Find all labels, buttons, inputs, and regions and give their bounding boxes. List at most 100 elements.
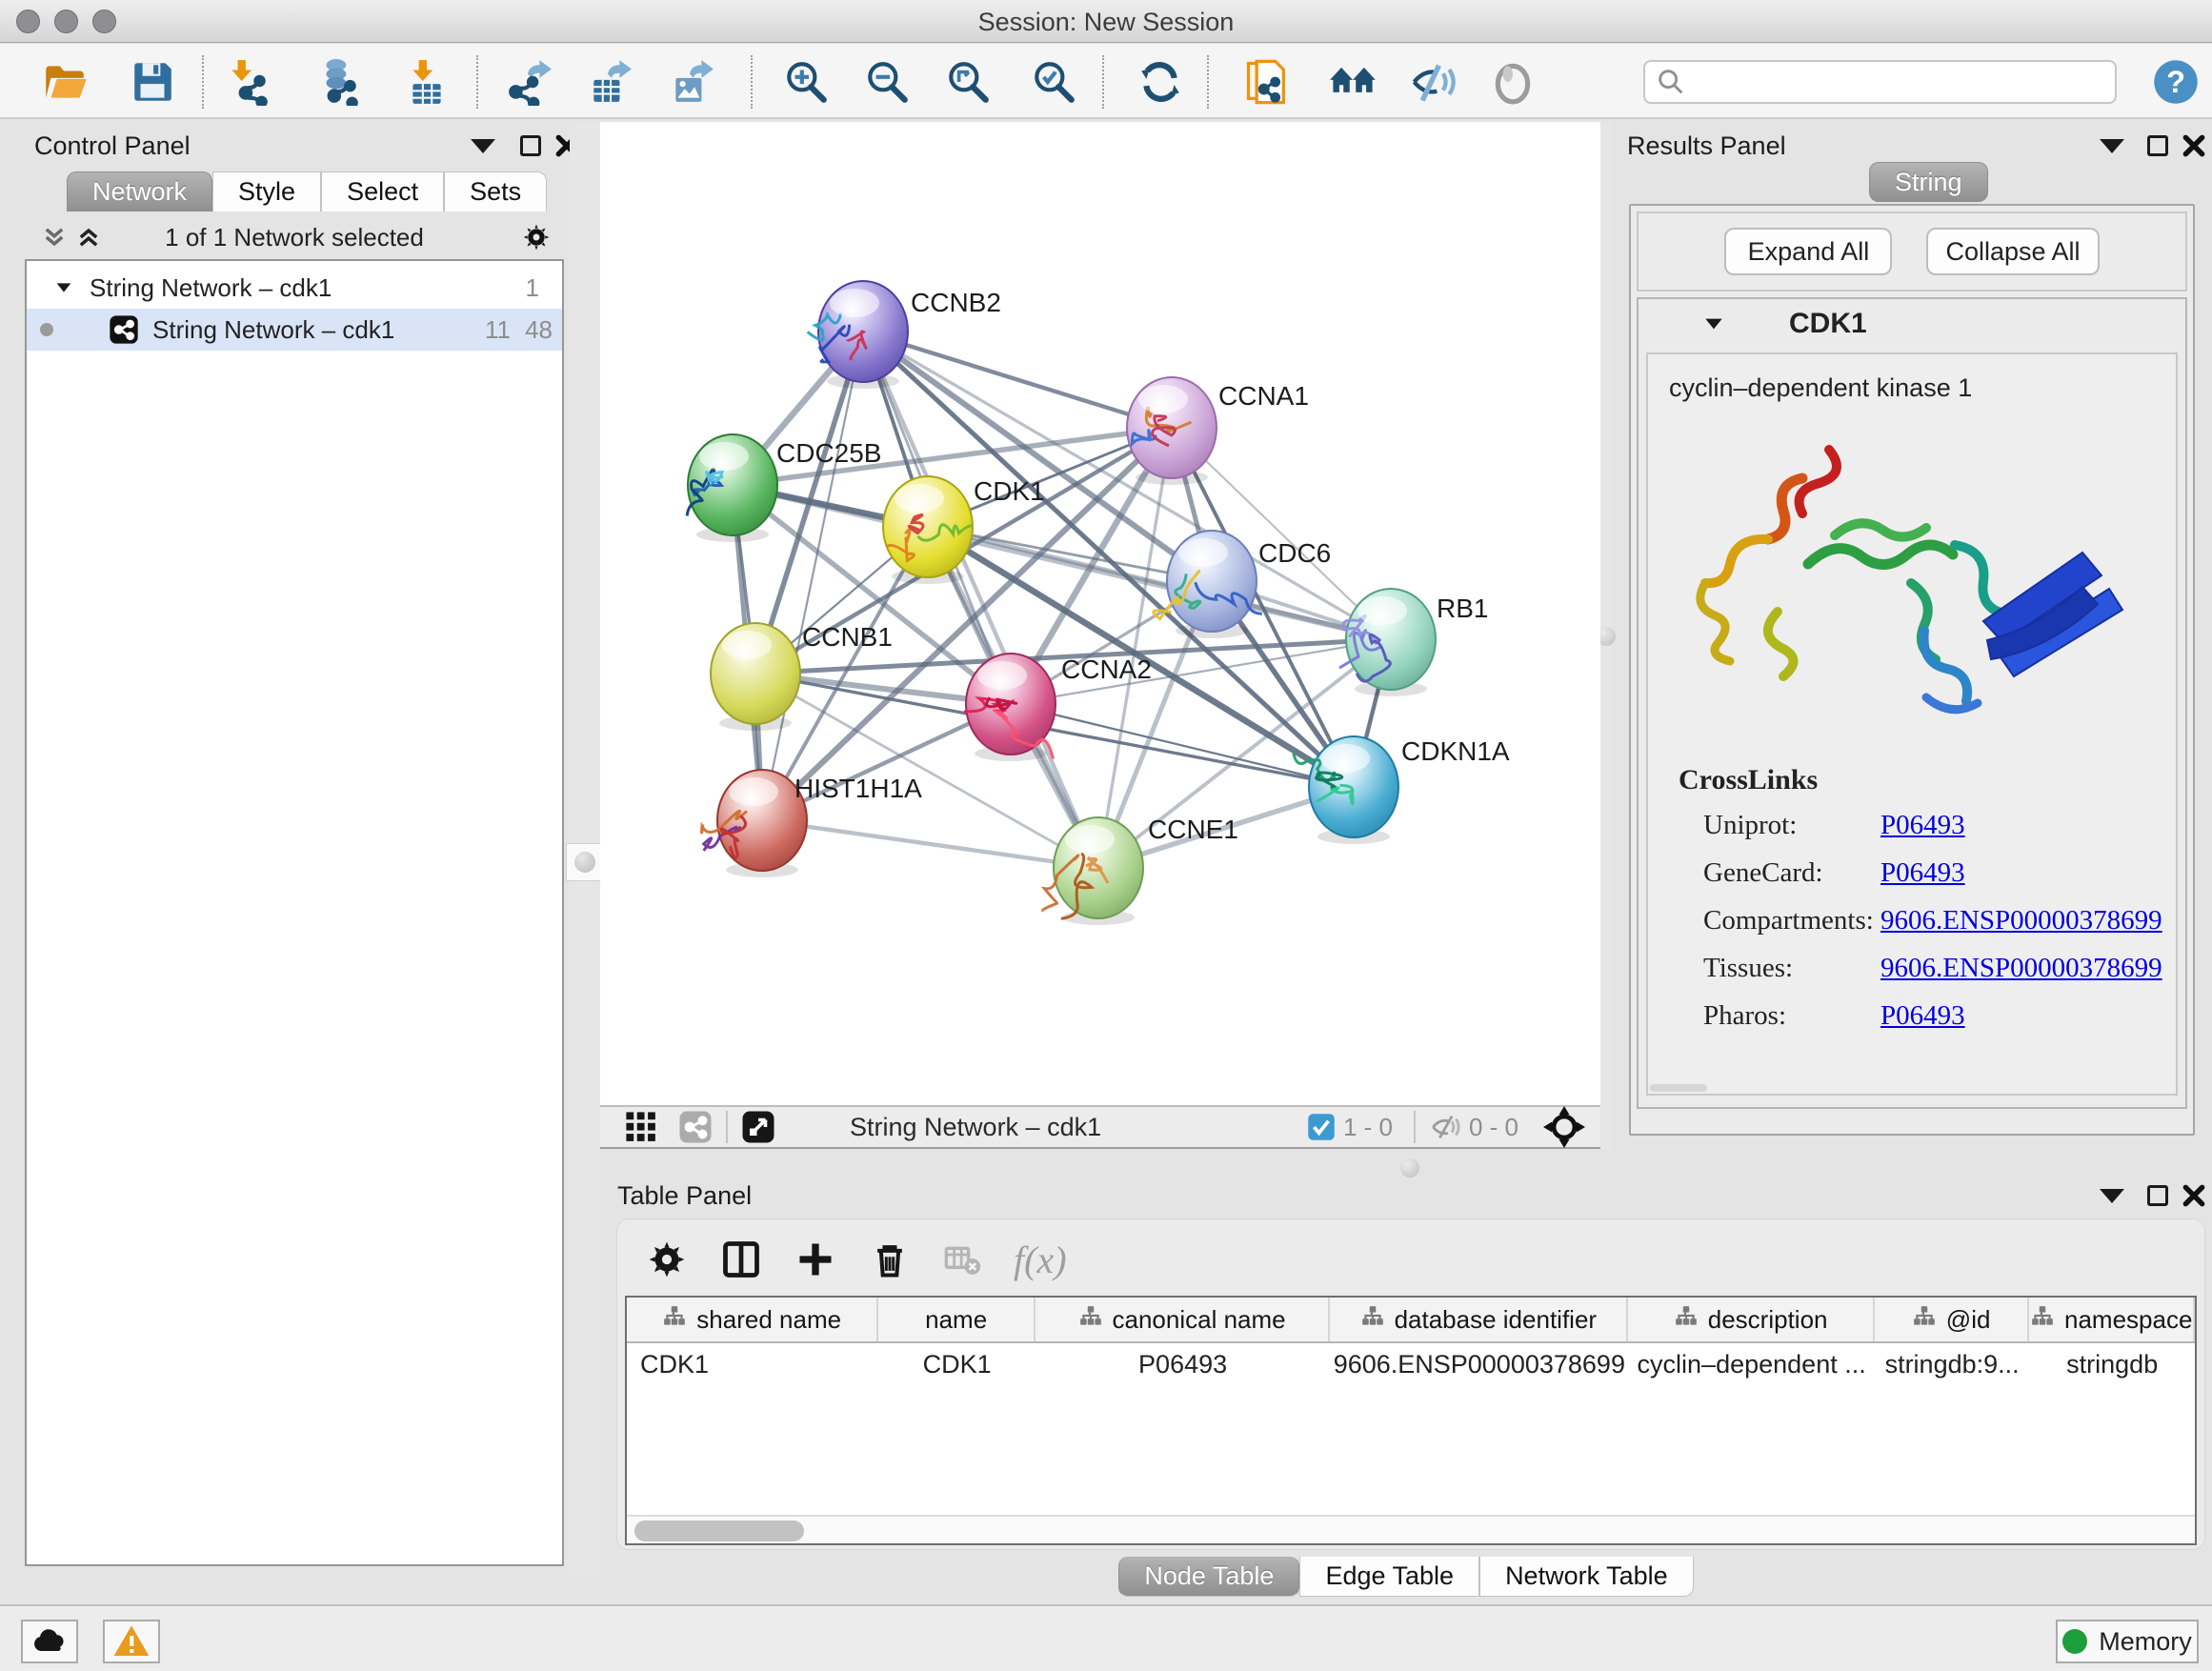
memory-button[interactable]: Memory — [2056, 1620, 2199, 1663]
network-node-ccne1[interactable] — [1043, 817, 1143, 925]
table-panel-menu-button[interactable] — [2096, 1179, 2128, 1212]
zoom-out-button[interactable] — [862, 57, 912, 107]
table-cell[interactable]: CDK1 — [878, 1350, 1036, 1379]
zoom-fit-button[interactable] — [943, 57, 993, 107]
network-node-cdk1[interactable] — [883, 476, 973, 584]
network-node-ccna1[interactable] — [1127, 377, 1217, 485]
network-view-canvas[interactable]: CCNB2CCNA1CDC25BCDK1CDC6RB1CCNB1CCNA2CDK… — [600, 122, 1600, 1105]
network-edge[interactable] — [863, 332, 1172, 428]
string-document-button[interactable] — [1242, 57, 1292, 107]
show-columns-icon[interactable] — [720, 1238, 762, 1280]
grid-view-icon[interactable] — [625, 1111, 657, 1143]
selected-checkbox-icon[interactable] — [1307, 1113, 1336, 1141]
network-view-mode-icon[interactable] — [678, 1110, 713, 1144]
show-graphics-button[interactable] — [1488, 57, 1538, 107]
tab-select[interactable]: Select — [321, 171, 444, 211]
tab-network-table[interactable]: Network Table — [1479, 1557, 1694, 1597]
import-database-button[interactable] — [313, 57, 363, 107]
open-session-button[interactable] — [40, 57, 90, 107]
column-label: canonical name — [1113, 1305, 1286, 1335]
table-cell[interactable]: P06493 — [1036, 1350, 1330, 1379]
tab-sets[interactable]: Sets — [444, 171, 547, 211]
table-cell[interactable]: CDK1 — [627, 1350, 878, 1379]
crosslink-link[interactable]: 9606.ENSP00000378699 — [1880, 905, 2162, 936]
hide-unhide-button[interactable] — [1408, 57, 1458, 107]
crosslink-link[interactable]: 9606.ENSP00000378699 — [1880, 953, 2162, 984]
node-detail-header[interactable]: CDK1 — [1639, 299, 2185, 349]
tab-style[interactable]: Style — [212, 171, 321, 211]
table-panel-close-button[interactable] — [2178, 1179, 2210, 1212]
left-splitter-handle[interactable] — [566, 843, 604, 881]
search-input[interactable] — [1693, 68, 2115, 97]
export-table-button[interactable] — [585, 57, 634, 107]
column-header-shared-name[interactable]: shared name — [627, 1298, 878, 1341]
network-node-hist1h1a[interactable] — [702, 770, 807, 877]
table-cell[interactable]: 9606.ENSP00000378699 — [1330, 1350, 1628, 1379]
table-row[interactable]: CDK1CDK1P064939606.ENSP00000378699cyclin… — [627, 1343, 2195, 1385]
network-row[interactable]: String Network – cdk1 11 48 — [27, 309, 562, 351]
table-horizontal-scrollbar[interactable] — [627, 1515, 2195, 1543]
collapse-arrow-icon[interactable] — [53, 277, 74, 298]
network-node-cdc25b[interactable] — [687, 434, 777, 542]
control-panel-float-button[interactable] — [514, 130, 547, 162]
zoom-selected-button[interactable] — [1029, 57, 1078, 107]
results-panel-close-button[interactable] — [2178, 130, 2210, 162]
help-button[interactable]: ? — [2151, 57, 2201, 107]
crosslink-link[interactable]: P06493 — [1880, 857, 1965, 889]
network-collection-row[interactable]: String Network – cdk1 1 — [27, 267, 562, 309]
tab-string[interactable]: String — [1869, 162, 1988, 202]
network-node-ccnb1[interactable] — [711, 623, 800, 731]
birdseye-view-icon[interactable] — [741, 1110, 775, 1144]
crosslink-link[interactable]: P06493 — [1880, 1000, 1965, 1032]
table-panel-float-button[interactable] — [2142, 1179, 2174, 1212]
network-node-cdkn1a[interactable] — [1294, 736, 1398, 844]
results-horizontal-scrollbar[interactable] — [1650, 1084, 1707, 1092]
tab-edge-table[interactable]: Edge Table — [1299, 1557, 1479, 1597]
tab-node-table[interactable]: Node Table — [1118, 1557, 1299, 1597]
node-label: CDKN1A — [1401, 736, 1510, 766]
collapse-all-button[interactable]: Collapse All — [1926, 228, 2099, 275]
export-image-button[interactable] — [667, 57, 716, 107]
column-header-name[interactable]: name — [878, 1298, 1036, 1341]
column-header--id[interactable]: @id — [1875, 1298, 2030, 1341]
expand-all-button[interactable]: Expand All — [1724, 228, 1892, 275]
collapse-arrow-icon[interactable] — [1701, 312, 1726, 336]
fit-selected-crosshair-icon[interactable] — [1543, 1106, 1585, 1148]
table-gear-icon[interactable] — [646, 1238, 688, 1280]
network-node-ccnb2[interactable] — [808, 281, 908, 389]
home-networks-button[interactable] — [1328, 57, 1377, 107]
refresh-button[interactable] — [1136, 57, 1185, 107]
column-header-namespace[interactable]: namespace — [2029, 1298, 2195, 1341]
table-cell[interactable]: stringdb:9... — [1875, 1350, 2030, 1379]
save-session-button[interactable] — [128, 57, 177, 107]
scrollbar-thumb[interactable] — [634, 1520, 804, 1541]
left-splitter[interactable] — [570, 122, 600, 1577]
tab-network[interactable]: Network — [67, 171, 212, 211]
column-header-canonical-name[interactable]: canonical name — [1036, 1298, 1330, 1341]
column-header-database-identifier[interactable]: database identifier — [1330, 1298, 1628, 1341]
node-label: CDC6 — [1258, 538, 1331, 568]
table-cell[interactable]: stringdb — [2029, 1350, 2195, 1379]
warnings-button[interactable] — [103, 1620, 160, 1663]
export-network-button[interactable] — [505, 57, 554, 107]
results-panel-menu-button[interactable] — [2096, 130, 2128, 162]
network-node-cdc6[interactable] — [1154, 531, 1262, 638]
column-header-description[interactable]: description — [1628, 1298, 1874, 1341]
network-edge[interactable] — [762, 820, 1098, 868]
import-network-button[interactable] — [223, 57, 272, 107]
search-field[interactable] — [1643, 60, 2117, 104]
import-table-button[interactable] — [402, 57, 452, 107]
results-panel-float-button[interactable] — [2142, 130, 2174, 162]
right-splitter[interactable] — [1600, 122, 1612, 1149]
network-options-gear-icon[interactable] — [520, 221, 553, 253]
control-panel-menu-button[interactable] — [467, 130, 499, 162]
delete-column-icon[interactable] — [869, 1238, 911, 1280]
horizontal-splitter-handle[interactable] — [1400, 1158, 1419, 1178]
crosslink-link[interactable]: P06493 — [1880, 810, 1965, 841]
add-column-icon[interactable] — [794, 1238, 836, 1280]
network-node-ccna2[interactable] — [964, 654, 1056, 761]
table-cell[interactable]: cyclin–dependent ... — [1628, 1350, 1874, 1379]
cloud-status-button[interactable] — [21, 1620, 78, 1663]
zoom-in-button[interactable] — [781, 57, 831, 107]
string-network-graph[interactable]: CCNB2CCNA1CDC25BCDK1CDC6RB1CCNB1CCNA2CDK… — [600, 122, 1600, 1105]
